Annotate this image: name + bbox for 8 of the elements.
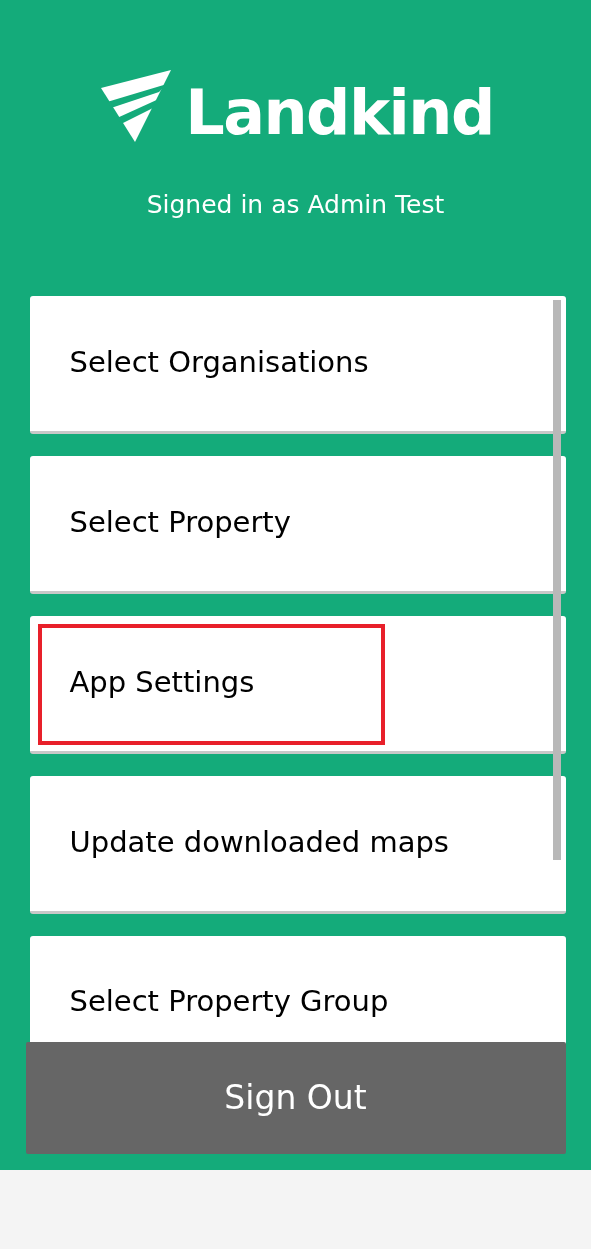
menu-item[interactable]: Select Organisations: [29, 295, 566, 434]
menu-item[interactable]: Select Property: [29, 455, 566, 594]
brand-name: Landkind: [185, 82, 494, 144]
menu-item[interactable]: App Settings: [29, 615, 566, 754]
scrollbar[interactable]: [552, 299, 561, 860]
sign-out-button[interactable]: Sign Out: [25, 1041, 566, 1154]
signed-in-text: Signed in as Admin Test: [146, 189, 445, 221]
menu-item[interactable]: Update downloaded maps: [29, 775, 566, 914]
